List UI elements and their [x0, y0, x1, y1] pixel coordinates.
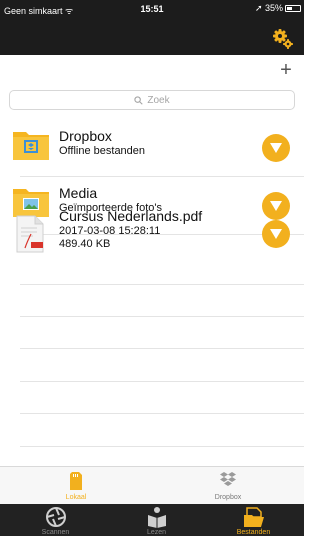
tab-dropbox[interactable]: Dropbox — [152, 467, 304, 505]
file-date: 2017-03-08 15:28:11 — [59, 225, 161, 237]
nav-read-label: Lezen — [146, 529, 167, 536]
file-title: Dropbox — [59, 128, 112, 144]
sd-card-icon — [70, 472, 82, 490]
list-item-dropbox[interactable]: Dropbox Offline bestanden — [0, 128, 304, 176]
divider — [20, 348, 304, 349]
divider — [20, 316, 304, 317]
search-placeholder: Zoek — [147, 94, 170, 106]
file-title: Media — [59, 185, 98, 201]
file-size: 489.40 KB — [59, 238, 111, 250]
nav-files[interactable]: Bestanden — [203, 504, 304, 536]
nav-read[interactable]: Lezen — [106, 504, 207, 536]
status-bar: Geen simkaart ᯤ 15:51 ➚ 35% — [0, 0, 304, 17]
pdf-file-icon — [16, 215, 44, 253]
nav-files-label: Bestanden — [236, 529, 271, 536]
divider — [20, 446, 304, 447]
search-icon — [134, 95, 144, 105]
settings-gear-icon[interactable] — [272, 28, 294, 50]
battery-percent: ➚ 35% — [254, 3, 283, 13]
nav-scan[interactable]: Scannen — [5, 504, 106, 536]
battery-indicator: ➚ 35% — [255, 3, 301, 14]
divider — [20, 284, 304, 285]
file-subtitle: Offline bestanden — [59, 145, 146, 157]
nav-scan-label: Scannen — [41, 529, 70, 536]
chevron-down-icon — [270, 143, 282, 153]
bottom-nav: Scannen Lezen Bestanden — [0, 504, 304, 536]
dropbox-icon — [220, 472, 236, 486]
list-item-pdf[interactable]: Cursus Nederlands.pdf 2017-03-08 15:28:1… — [0, 208, 304, 268]
reader-icon — [147, 507, 166, 528]
divider — [20, 381, 304, 382]
dropbox-folder-icon — [13, 132, 49, 160]
divider — [20, 176, 304, 177]
battery-icon — [285, 5, 301, 12]
top-bar: Geen simkaart ᯤ 15:51 ➚ 35% — [0, 0, 304, 55]
aperture-icon — [45, 507, 66, 527]
search-input[interactable]: Zoek — [9, 90, 295, 110]
add-button[interactable]: + — [277, 60, 295, 80]
divider — [20, 413, 304, 414]
screen: Geen simkaart ᯤ 15:51 ➚ 35% + Zoek Dropb… — [0, 0, 304, 536]
folder-icon — [243, 507, 264, 527]
file-title: Cursus Nederlands.pdf — [59, 208, 203, 224]
source-tabs: Lokaal Dropbox — [0, 466, 304, 504]
file-text: Dropbox Offline bestanden — [59, 128, 145, 158]
chevron-down-icon — [270, 229, 282, 239]
tab-local[interactable]: Lokaal — [0, 467, 152, 505]
options-button[interactable] — [262, 220, 290, 248]
tab-local-label: Lokaal — [65, 494, 87, 501]
tab-dropbox-label: Dropbox — [214, 494, 242, 501]
file-text: Cursus Nederlands.pdf 2017-03-08 15:28:1… — [59, 208, 202, 251]
options-button[interactable] — [262, 134, 290, 162]
